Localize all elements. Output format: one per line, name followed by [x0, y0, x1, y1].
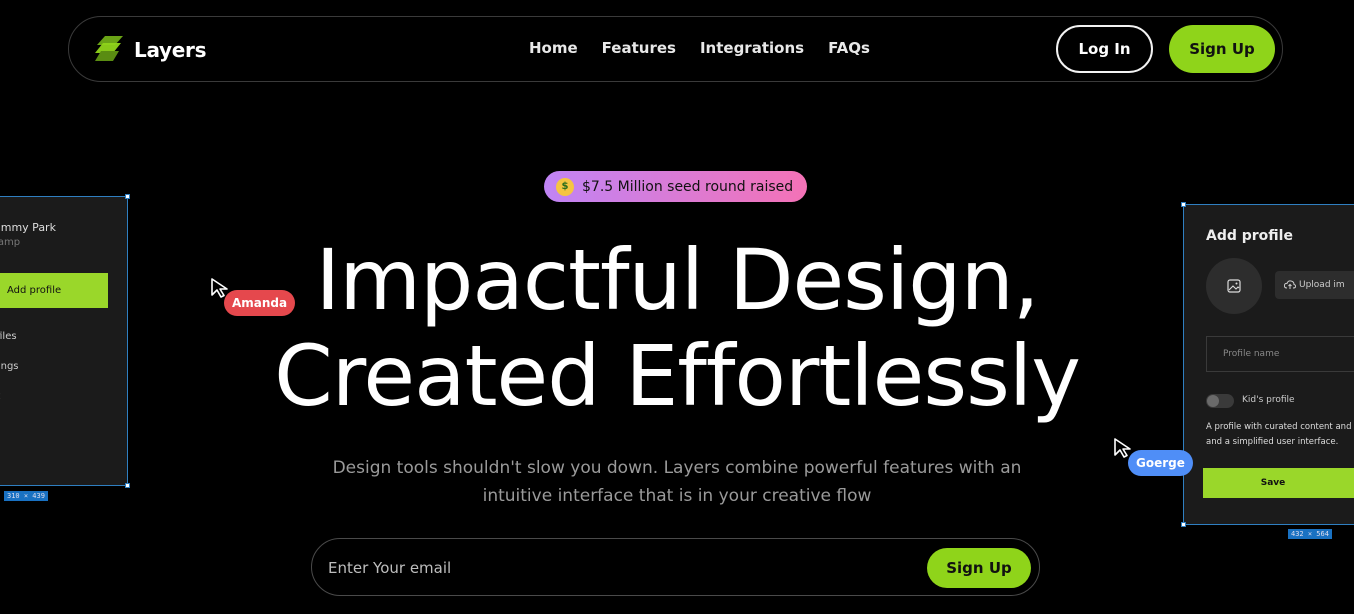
nav-link-features[interactable]: Features: [602, 39, 676, 57]
nav-link-home[interactable]: Home: [529, 39, 578, 57]
email-signup-button[interactable]: Sign Up: [927, 548, 1031, 588]
left-dimension-tag: 310 × 439: [4, 491, 48, 501]
selection-handle: [125, 194, 130, 199]
email-input[interactable]: [328, 555, 888, 581]
nav-link-integrations[interactable]: Integrations: [700, 39, 804, 57]
selection-handle: [1181, 202, 1186, 207]
right-dimension-tag: 432 × 564: [1288, 529, 1332, 539]
signup-button[interactable]: Sign Up: [1169, 25, 1275, 73]
hero-subtitle: Design tools shouldn't slow you down. La…: [300, 454, 1054, 510]
hero-headline-line1: Impactful Design,: [315, 231, 1039, 329]
left-selection-frame: [0, 196, 128, 486]
hero-headline-line2: Created Effortlessly: [274, 327, 1081, 425]
right-selection-frame: [1183, 204, 1354, 525]
cursor-label-amanda: Amanda: [224, 290, 296, 316]
cursor-label-goerge: Goerge: [1128, 450, 1193, 476]
navbar: Layers Home Features Integrations FAQs L…: [68, 16, 1283, 82]
email-signup-form: Sign Up: [311, 538, 1040, 596]
logo[interactable]: Layers: [93, 33, 207, 67]
login-button[interactable]: Log In: [1056, 25, 1153, 73]
nav-links: Home Features Integrations FAQs: [529, 39, 870, 57]
subtitle-line2: intuitive interface that is in your crea…: [482, 486, 872, 506]
funding-badge[interactable]: $ $7.5 Million seed round raised: [544, 171, 807, 202]
layers-logo-icon: [95, 36, 123, 61]
selection-handle: [1181, 522, 1186, 527]
selection-handle: [125, 483, 130, 488]
subtitle-line1: Design tools shouldn't slow you down. La…: [332, 458, 1022, 478]
badge-text: $7.5 Million seed round raised: [582, 178, 794, 195]
nav-link-faqs[interactable]: FAQs: [828, 39, 870, 57]
money-face-icon: $: [556, 177, 574, 196]
logo-text: Layers: [134, 38, 207, 62]
